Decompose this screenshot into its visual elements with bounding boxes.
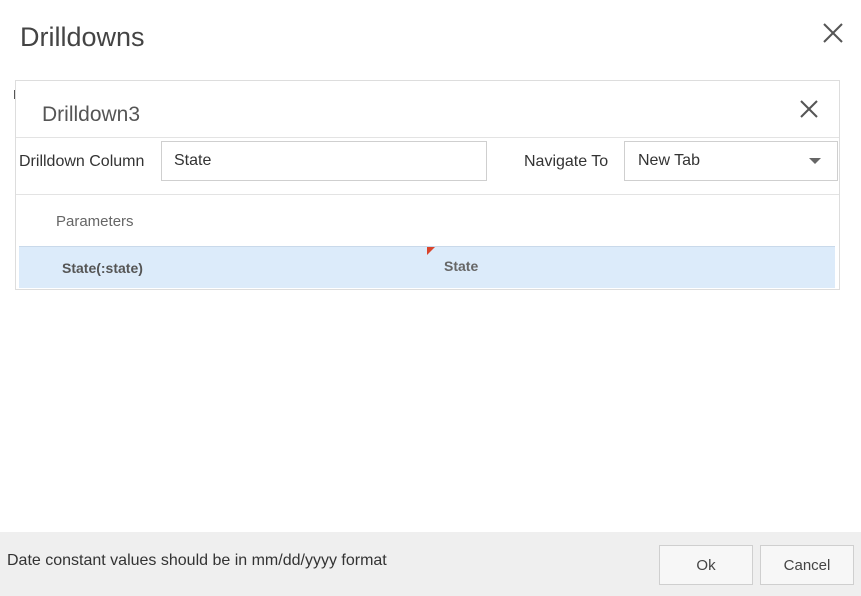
close-icon[interactable] bbox=[796, 96, 822, 122]
drilldown-column-label: Drilldown Column bbox=[19, 153, 145, 170]
cancel-button[interactable]: Cancel bbox=[760, 545, 854, 585]
drilldown-title: Drilldown3 bbox=[42, 103, 141, 126]
chevron-down-icon bbox=[809, 158, 821, 164]
date-format-note: Date constant values should be in mm/dd/… bbox=[7, 552, 387, 569]
parameter-row[interactable]: State(:state) State bbox=[19, 246, 835, 288]
parameter-name: State(:state) bbox=[62, 260, 143, 276]
close-icon[interactable] bbox=[818, 18, 848, 48]
ok-button[interactable]: Ok bbox=[659, 545, 753, 585]
navigate-to-value: New Tab bbox=[638, 152, 700, 169]
parameter-value[interactable]: State bbox=[444, 258, 478, 274]
parameters-label: Parameters bbox=[56, 213, 134, 230]
drilldown-column-input[interactable] bbox=[161, 141, 487, 181]
drilldown-panel: Drilldown3 Drilldown Column Navigate To … bbox=[15, 80, 840, 290]
divider bbox=[16, 137, 839, 138]
error-flag-icon bbox=[427, 247, 435, 255]
dialog-footer: Date constant values should be in mm/dd/… bbox=[0, 532, 861, 596]
dialog-title: Drilldowns bbox=[20, 22, 145, 52]
navigate-to-select[interactable]: New Tab bbox=[624, 141, 838, 181]
navigate-to-label: Navigate To bbox=[524, 153, 609, 170]
divider bbox=[16, 194, 839, 195]
